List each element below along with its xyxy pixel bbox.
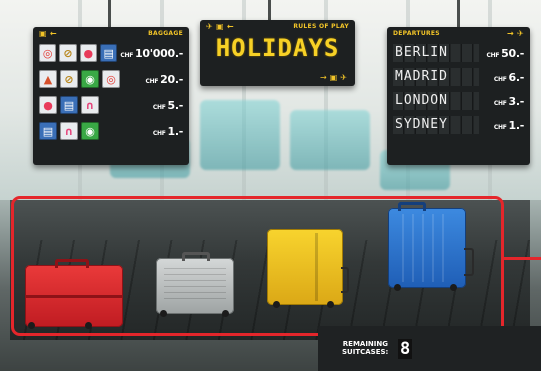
- baggage-price: CHF 1.-: [153, 125, 183, 138]
- price-amount: 10'000.-: [135, 46, 183, 60]
- currency-label: CHF: [493, 99, 507, 107]
- beach-ball-icon: ●: [79, 44, 98, 62]
- departure-row: MADRID CHF 6.-: [393, 67, 524, 87]
- remaining-label-line1: REMAINING: [342, 340, 388, 348]
- baggage-price: CHF 10'000.-: [120, 47, 183, 60]
- departure-row: BERLIN CHF 50.-: [393, 43, 524, 63]
- baggage-row: ◎ ⊘ ● ▤ CHF 10'000.-: [39, 41, 183, 65]
- baggage-row: ● ▤ ∩ CHF 5.-: [39, 93, 183, 117]
- headphones-icon: ∩: [60, 122, 78, 140]
- cash-icon: ◉: [81, 122, 99, 140]
- baggage-title: BAGGAGE: [148, 29, 183, 37]
- remaining-panel: REMAINING SUITCASES: 8: [318, 326, 541, 371]
- departures-board-header: DEPARTURES → ✈: [387, 27, 530, 39]
- currency-label: CHF: [145, 77, 159, 85]
- price-amount: 1.-: [508, 118, 525, 132]
- departure-row: SYDNEY CHF 1.-: [393, 115, 524, 135]
- book-icon: ▤: [39, 122, 57, 140]
- rules-board-header: ✈ ▣ ← RULES OF PLAY: [200, 20, 355, 32]
- destination-city: MADRID: [393, 68, 479, 86]
- header-icons: ✈ ▣ ←: [206, 22, 234, 31]
- departure-price: CHF 3.-: [494, 95, 524, 108]
- ring-buoy-icon: ◎: [102, 70, 120, 88]
- currency-label: CHF: [152, 129, 166, 137]
- suitcase-icon: ▣: [216, 21, 224, 31]
- baggage-row: ▲ ⊘ ◉ ◎ CHF 20.-: [39, 67, 183, 91]
- waiting-seat: [290, 110, 370, 170]
- suitcase-icon: ▣: [329, 73, 338, 82]
- currency-label: CHF: [120, 51, 134, 59]
- departures-board: DEPARTURES → ✈ BERLIN CHF 50.- MADRID CHF 6.- L…: [387, 27, 530, 165]
- remaining-label: REMAINING SUITCASES:: [342, 340, 388, 356]
- arrow-right-icon: →: [320, 73, 327, 82]
- baggage-rows: ◎ ⊘ ● ▤ CHF 10'000.- ▲ ⊘ ◉ ◎ CHF 20.- ● ▤ ∩ CHF 5.- ▤ ∩ ◉ CH…: [33, 41, 189, 143]
- destination-city: LONDON: [393, 92, 479, 110]
- board-cable: [108, 0, 111, 30]
- plane-icon: ✈: [516, 28, 524, 38]
- headphones-icon: ∩: [81, 96, 99, 114]
- compass-icon: ⊘: [59, 44, 77, 62]
- price-amount: 20.-: [160, 72, 183, 86]
- baggage-board-header: ▣ ← BAGGAGE: [33, 27, 189, 39]
- suitcase-icon: ▣: [39, 28, 47, 38]
- baggage-board: ▣ ← BAGGAGE ◎ ⊘ ● ▤ CHF 10'000.- ▲ ⊘ ◉ ◎ CHF 20.- ● ▤ ∩…: [33, 27, 189, 165]
- departure-price: CHF 50.-: [486, 46, 525, 60]
- departure-row: LONDON CHF 3.-: [393, 91, 524, 111]
- compass-icon: ⊘: [60, 70, 78, 88]
- price-amount: 1.-: [167, 124, 184, 138]
- book-icon: ▤: [60, 96, 78, 114]
- currency-label: CHF: [493, 123, 507, 131]
- board-cable: [457, 0, 460, 30]
- arrow-right-icon: →: [506, 28, 514, 38]
- baggage-price: CHF 20.-: [145, 72, 184, 86]
- price-amount: 3.-: [508, 94, 525, 108]
- arrow-left-icon: ←: [49, 28, 57, 38]
- currency-label: CHF: [486, 51, 500, 59]
- departure-price: CHF 1.-: [494, 119, 524, 132]
- ring-buoy-icon: ◎: [39, 44, 57, 62]
- board-cable: [268, 0, 271, 22]
- departure-rows: BERLIN CHF 50.- MADRID CHF 6.- LONDON CHF 3.- SYD…: [387, 43, 530, 135]
- footer-icons: → ▣ ✈: [320, 73, 347, 82]
- remaining-count: 8: [398, 339, 413, 359]
- remaining-label-line2: SUITCASES:: [342, 348, 389, 356]
- rules-board[interactable]: ✈ ▣ ← RULES OF PLAY HOLIDAYS → ▣ ✈: [200, 20, 355, 86]
- departures-title: DEPARTURES: [393, 29, 440, 37]
- baggage-row: ▤ ∩ ◉ CHF 1.-: [39, 119, 183, 143]
- beach-ball-icon: ●: [39, 96, 57, 114]
- plane-icon: ✈: [206, 21, 214, 31]
- highlight-pointer: [504, 257, 541, 260]
- currency-label: CHF: [493, 75, 507, 83]
- currency-label: CHF: [152, 103, 166, 111]
- holidays-title: HOLIDAYS: [215, 34, 340, 62]
- destination-city: SYDNEY: [393, 116, 479, 134]
- price-amount: 50.-: [501, 46, 524, 60]
- baggage-price: CHF 5.-: [153, 99, 183, 112]
- plane-icon: ✈: [340, 73, 347, 82]
- book-icon: ▤: [100, 44, 118, 62]
- departure-price: CHF 6.-: [494, 71, 524, 84]
- arrow-left-icon: ←: [226, 21, 234, 31]
- price-amount: 6.-: [508, 70, 525, 84]
- rules-label[interactable]: RULES OF PLAY: [293, 23, 349, 30]
- header-icons: ▣ ←: [39, 29, 57, 38]
- rocket-icon: ▲: [39, 70, 57, 88]
- belt-highlight: [11, 196, 504, 336]
- header-icons: → ✈: [507, 29, 524, 38]
- cash-icon: ◉: [81, 70, 99, 88]
- destination-city: BERLIN: [393, 44, 479, 62]
- waiting-seat: [200, 100, 280, 170]
- price-amount: 5.-: [167, 98, 184, 112]
